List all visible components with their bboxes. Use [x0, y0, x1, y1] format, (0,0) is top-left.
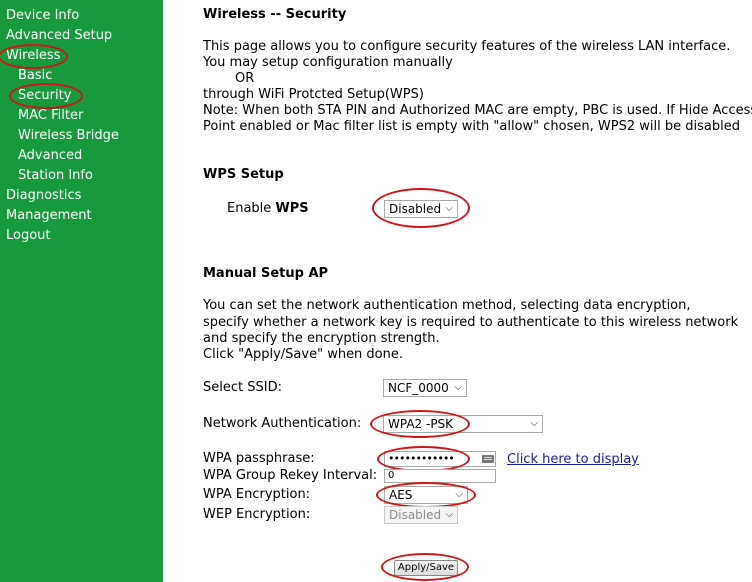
network-authentication-label: Network Authentication: [203, 416, 362, 431]
intro-line: Point enabled or Mac filter list is empt… [203, 119, 740, 134]
main-content: Wireless -- Security This page allows yo… [0, 0, 752, 582]
enable-wps-label: Enable WPS [227, 201, 309, 216]
enable-wps-select[interactable]: Disabled ⌵ [384, 200, 458, 218]
wpa-encryption-label: WPA Encryption: [203, 487, 311, 502]
wep-encryption-select: Disabled ⌵ [384, 506, 458, 524]
intro-line: This page allows you to configure securi… [203, 39, 731, 54]
intro-line: OR [235, 71, 255, 86]
wpa-passphrase-input[interactable]: •••••••••••• [384, 451, 496, 467]
chevron-down-icon: ⌵ [455, 489, 463, 500]
group-rekey-input[interactable]: 0 [384, 469, 496, 483]
manual-description-line: and specify the encryption strength. [203, 331, 440, 346]
ssid-select[interactable]: NCF_0000 ⌵ [383, 379, 467, 397]
manual-description-line: You can set the network authentication m… [203, 298, 691, 313]
chevron-down-icon: ⌵ [454, 382, 462, 393]
intro-line: through WiFi Protcted Setup(WPS) [203, 87, 424, 102]
intro-line: Note: When both STA PIN and Authorized M… [203, 103, 752, 118]
wpa-passphrase-label: WPA passphrase: [203, 451, 315, 466]
display-passphrase-link[interactable]: Click here to display [507, 452, 639, 468]
chevron-down-icon: ⌵ [445, 203, 453, 214]
chevron-down-icon: ⌵ [530, 418, 538, 429]
group-rekey-label: WPA Group Rekey Interval: [203, 468, 378, 483]
manual-description-line: specify whether a network key is require… [203, 315, 739, 330]
chevron-down-icon: ⌵ [445, 509, 453, 520]
wps-setup-heading: WPS Setup [203, 167, 284, 182]
apply-save-button[interactable]: Apply/Save [394, 560, 458, 576]
page-title: Wireless -- Security [203, 7, 347, 22]
intro-line: You may setup configuration manually [203, 55, 453, 70]
manual-description-line: Click "Apply/Save" when done. [203, 347, 404, 362]
select-ssid-label: Select SSID: [203, 380, 282, 395]
wpa-encryption-select[interactable]: AES ⌵ [384, 486, 468, 504]
manual-setup-heading: Manual Setup AP [203, 266, 329, 281]
network-authentication-select[interactable]: WPA2 -PSK ⌵ [383, 415, 543, 433]
wep-encryption-label: WEP Encryption: [203, 507, 311, 522]
keyboard-icon [482, 455, 494, 463]
